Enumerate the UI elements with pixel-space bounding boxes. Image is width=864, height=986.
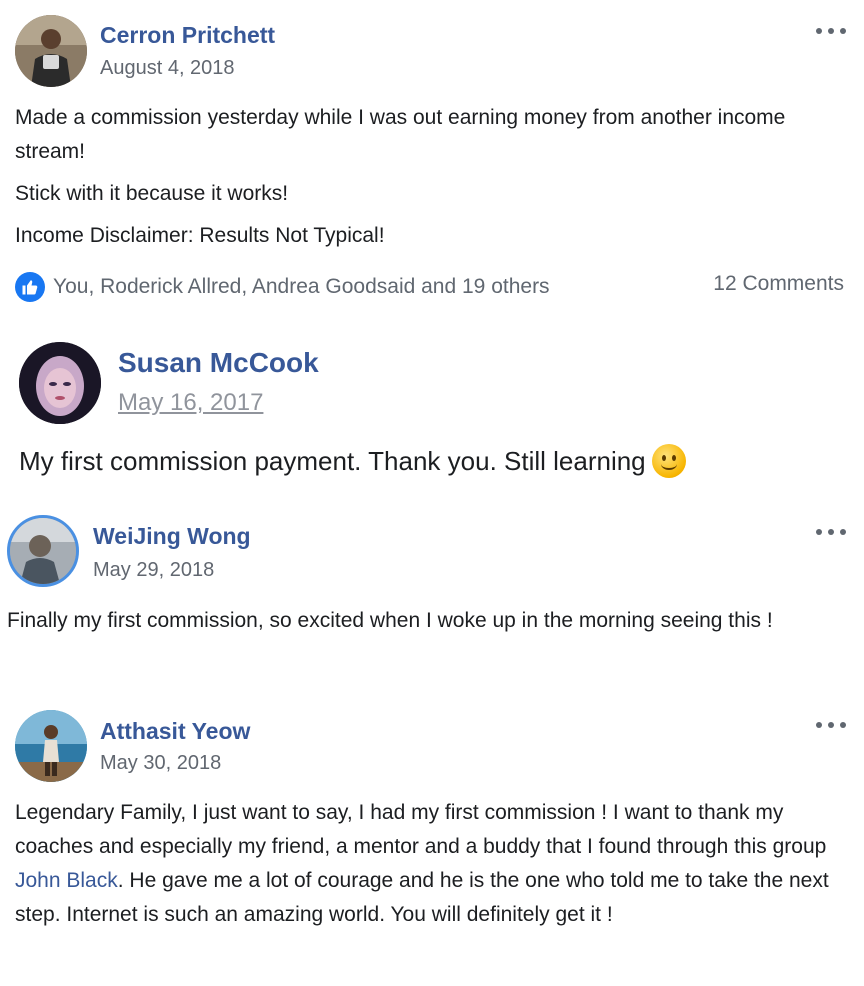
mention-link[interactable]: John Black	[15, 869, 118, 892]
post-date[interactable]: August 4, 2018	[100, 57, 235, 80]
like-icon	[15, 272, 45, 302]
avatar[interactable]	[15, 15, 87, 87]
smiley-face-icon	[651, 444, 686, 479]
post-text: Legendary Family, I just want to say, I …	[15, 796, 855, 932]
comments-link[interactable]: 12 Comments	[713, 272, 844, 296]
post-paragraph: My first commission payment. Thank you. …	[19, 446, 646, 476]
post-text: Finally my first commission, so excited …	[7, 604, 847, 638]
reactions-summary[interactable]: You, Roderick Allred, Andrea Goodsaid an…	[15, 272, 550, 302]
post-date[interactable]: May 30, 2018	[100, 752, 221, 775]
post-date[interactable]: May 29, 2018	[93, 559, 214, 582]
post-susan-mccook: Susan McCook May 16, 2017 My first commi…	[0, 330, 864, 490]
more-options-icon[interactable]	[816, 720, 846, 730]
avatar[interactable]	[19, 342, 101, 424]
post-text-part: Legendary Family, I just want to say, I …	[15, 801, 827, 858]
avatar-image	[10, 518, 76, 584]
more-options-icon[interactable]	[816, 26, 846, 36]
post-paragraph: Finally my first commission, so excited …	[7, 609, 773, 632]
avatar-image	[19, 342, 101, 424]
post-weijing-wong: WeiJing Wong May 29, 2018 Finally my fir…	[0, 505, 864, 685]
avatar-image	[15, 710, 87, 782]
author-name[interactable]: Susan McCook	[118, 347, 319, 379]
post-paragraph: Made a commission yesterday while I was …	[15, 106, 786, 163]
reactions-text: You, Roderick Allred, Andrea Goodsaid an…	[53, 275, 550, 298]
avatar[interactable]	[7, 515, 79, 587]
author-name[interactable]: Cerron Pritchett	[100, 22, 275, 49]
post-paragraph: Income Disclaimer: Results Not Typical!	[15, 224, 385, 247]
post-text-part: . He gave me a lot of courage and he is …	[15, 869, 829, 926]
more-options-icon[interactable]	[816, 527, 846, 537]
post-text: Made a commission yesterday while I was …	[15, 101, 845, 253]
post-text: My first commission payment. Thank you. …	[19, 441, 859, 481]
post-date[interactable]: May 16, 2017	[118, 389, 263, 417]
post-cerron-pritchett: Cerron Pritchett August 4, 2018 Made a c…	[0, 0, 864, 320]
author-name[interactable]: Atthasit Yeow	[100, 718, 250, 745]
avatar-image	[15, 15, 87, 87]
avatar[interactable]	[15, 710, 87, 782]
post-paragraph: Stick with it because it works!	[15, 182, 289, 205]
post-atthasit-yeow: Atthasit Yeow May 30, 2018 Legendary Fam…	[0, 700, 864, 986]
author-name[interactable]: WeiJing Wong	[93, 523, 251, 550]
